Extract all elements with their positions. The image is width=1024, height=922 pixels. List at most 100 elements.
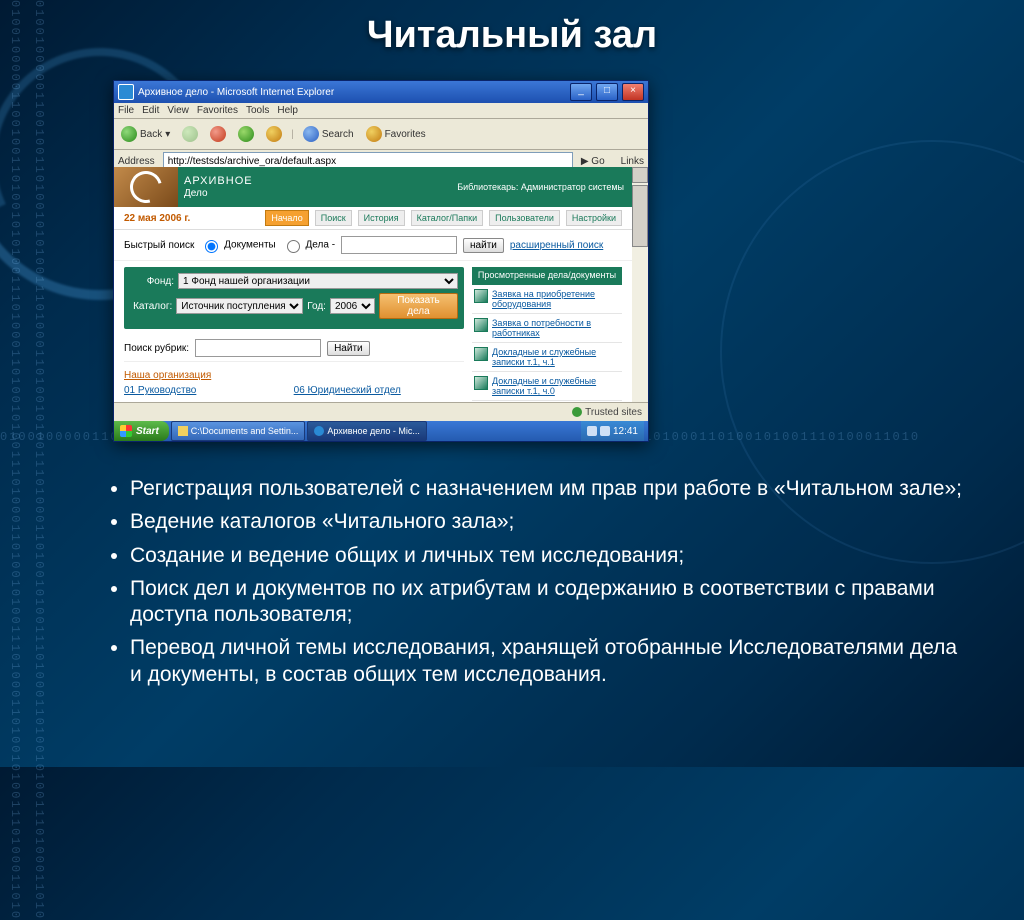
close-button[interactable]: × <box>622 83 644 101</box>
side-link[interactable]: Докладные и служебные записки т.1, ч.1 <box>492 347 620 367</box>
favorites-button[interactable]: Favorites <box>363 125 429 143</box>
ie-icon <box>118 84 134 100</box>
refresh-button[interactable] <box>235 125 257 143</box>
stop-icon <box>210 126 226 142</box>
fund-select[interactable]: 1 Фонд нашей организации <box>178 273 458 289</box>
rubric-search: Поиск рубрик: Найти <box>124 335 464 362</box>
bullet-item: Перевод личной темы исследования, хранящ… <box>130 635 974 688</box>
tab-settings[interactable]: Настройки <box>566 210 622 226</box>
start-label: Start <box>136 426 159 437</box>
bullet-item: Поиск дел и документов по их атрибутам и… <box>130 576 974 629</box>
tab-catalog[interactable]: Каталог/Папки <box>411 210 484 226</box>
menu-help[interactable]: Help <box>277 105 298 116</box>
toolbar: Back ▾ | Search Favorites <box>114 119 648 150</box>
search-label: Search <box>322 129 354 140</box>
forward-button[interactable] <box>179 125 201 143</box>
logo-swirl-icon <box>124 167 168 209</box>
year-select[interactable]: 2006 <box>330 298 375 314</box>
back-button[interactable]: Back ▾ <box>118 125 173 143</box>
current-date: 22 мая 2006 г. <box>124 213 190 224</box>
tray-icon[interactable] <box>587 426 597 436</box>
menu-bar: File Edit View Favorites Tools Help <box>114 103 648 119</box>
org-title[interactable]: Наша организация <box>124 370 464 381</box>
org-link[interactable]: 01 Руководство <box>124 385 254 396</box>
app-logo <box>114 167 178 207</box>
menu-tools[interactable]: Tools <box>246 105 269 116</box>
bg-binary-2: 0100100000110010011010010101001110100011… <box>32 0 46 767</box>
nav-bar: 22 мая 2006 г. Начало Поиск История Ката… <box>114 207 632 230</box>
rubric-input[interactable] <box>195 339 321 357</box>
system-tray[interactable]: 12:41 <box>581 421 644 441</box>
task-label: C:\Documents and Settin... <box>191 426 299 436</box>
side-link[interactable]: Заявка о потребности в работниках <box>492 318 620 338</box>
trusted-icon <box>572 407 582 417</box>
quick-search-input[interactable] <box>341 236 457 254</box>
menu-edit[interactable]: Edit <box>142 105 159 116</box>
side-item[interactable]: Заявка на приобретение оборудования <box>472 285 622 314</box>
side-item[interactable]: Докладные и служебные записки т.1, ч.0 <box>472 372 622 401</box>
address-label: Address <box>118 156 155 167</box>
radio-cases-label: Дела - <box>306 240 336 251</box>
links-label[interactable]: Links <box>621 156 644 167</box>
minimize-button[interactable]: _ <box>570 83 592 101</box>
quick-search-button[interactable]: найти <box>463 238 504 253</box>
side-link[interactable]: Заявка на приобретение оборудования <box>492 289 620 309</box>
tab-history[interactable]: История <box>358 210 405 226</box>
left-column: Фонд: 1 Фонд нашей организации Каталог: … <box>124 267 464 403</box>
task-label: Архивное дело - Mic... <box>327 426 420 436</box>
stop-button[interactable] <box>207 125 229 143</box>
menu-file[interactable]: File <box>118 105 134 116</box>
windows-icon <box>120 425 132 437</box>
side-link[interactable]: Докладные и служебные записки т.1, ч.0 <box>492 376 620 396</box>
security-zone[interactable]: Trusted sites <box>572 407 642 418</box>
doc-icon <box>474 318 488 332</box>
home-button[interactable] <box>263 125 285 143</box>
maximize-button[interactable]: □ <box>596 83 618 101</box>
ie-icon <box>314 426 324 436</box>
trusted-label: Trusted sites <box>585 407 642 418</box>
browser-window: Архивное дело - Microsoft Internet Explo… <box>113 80 649 442</box>
vertical-scrollbar[interactable] <box>631 167 648 403</box>
go-button[interactable]: ▶ Go <box>581 156 605 167</box>
year-label: Год: <box>307 301 326 312</box>
folder-icon <box>178 426 188 436</box>
quick-search-label: Быстрый поиск <box>124 240 194 251</box>
tab-home[interactable]: Начало <box>265 210 308 226</box>
radio-cases[interactable]: Дела - <box>282 237 335 253</box>
clock: 12:41 <box>613 426 638 437</box>
app-name-1: АРХИВНОЕ <box>184 175 253 187</box>
status-bar: Trusted sites <box>114 402 648 421</box>
forward-icon <box>182 126 198 142</box>
tray-icon[interactable] <box>600 426 610 436</box>
task-button[interactable]: Архивное дело - Mic... <box>307 421 427 441</box>
scroll-thumb[interactable] <box>632 185 648 247</box>
tab-users[interactable]: Пользователи <box>489 210 560 226</box>
back-icon <box>121 126 137 142</box>
rubric-button[interactable]: Найти <box>327 341 370 356</box>
tab-search[interactable]: Поиск <box>315 210 352 226</box>
catalog-label: Каталог: <box>130 301 172 312</box>
side-item[interactable]: Докладные и служебные записки т.1, ч.1 <box>472 343 622 372</box>
catalog-select[interactable]: Источник поступления <box>176 298 303 314</box>
menu-favorites[interactable]: Favorites <box>197 105 238 116</box>
app-name-2: Дело <box>184 188 253 199</box>
user-role-label: Библиотекарь: <box>457 182 518 192</box>
org-link[interactable]: 06 Юридический отдел <box>294 385 426 396</box>
menu-view[interactable]: View <box>167 105 189 116</box>
start-button[interactable]: Start <box>114 421 169 441</box>
quick-search: Быстрый поиск Документы Дела - найти рас… <box>114 230 632 261</box>
side-item[interactable]: Заявка о потребности в работниках <box>472 314 622 343</box>
window-titlebar[interactable]: Архивное дело - Microsoft Internet Explo… <box>114 81 648 103</box>
advanced-search-link[interactable]: расширенный поиск <box>510 240 603 251</box>
filter-panel: Фонд: 1 Фонд нашей организации Каталог: … <box>124 267 464 329</box>
task-button[interactable]: C:\Documents and Settin... <box>171 421 306 441</box>
side-header: Просмотренные дела/документы <box>472 267 622 285</box>
show-cases-button[interactable]: Показать дела <box>379 293 458 319</box>
radio-documents[interactable]: Документы <box>200 237 275 253</box>
main-area: Фонд: 1 Фонд нашей организации Каталог: … <box>114 261 632 403</box>
fund-label: Фонд: <box>130 276 174 287</box>
search-button[interactable]: Search <box>300 125 357 143</box>
search-icon <box>303 126 319 142</box>
scroll-up-icon[interactable] <box>632 167 648 183</box>
bg-binary-1: 0100100000110010011010010101001110100011… <box>8 0 22 767</box>
